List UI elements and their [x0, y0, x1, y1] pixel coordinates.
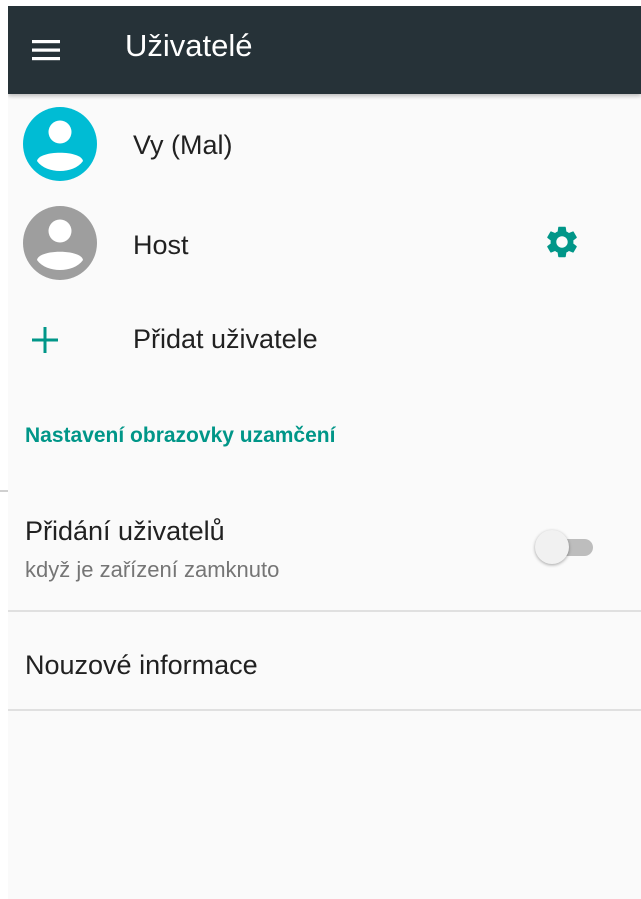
add-users-toggle[interactable]: [535, 529, 595, 565]
toggle-thumb: [535, 530, 569, 564]
pref-summary: když je zařízení zamknuto: [25, 557, 280, 582]
person-avatar-icon: [23, 206, 97, 280]
guest-settings-button[interactable]: [538, 218, 586, 266]
divider: [8, 709, 641, 711]
gear-icon: [547, 226, 577, 258]
lock-screen-section-header: Nastavení obrazovky uzamčení: [25, 424, 336, 447]
emergency-info-row[interactable]: Nouzové informace: [8, 612, 641, 710]
edge-artifact: [0, 490, 8, 492]
add-user-row[interactable]: Přidat uživatele: [8, 294, 641, 386]
user-label-owner: Vy (Mal): [133, 130, 233, 160]
hamburger-menu-icon: [32, 40, 60, 61]
user-row-guest[interactable]: Host: [8, 194, 641, 292]
emergency-info-label: Nouzové informace: [25, 650, 258, 680]
page-title: Uživatelé: [125, 28, 253, 63]
app-bar: Uživatelé: [8, 6, 641, 94]
pref-title: Přidání uživatelů: [25, 516, 225, 546]
plus-icon: [32, 327, 58, 353]
user-row-owner[interactable]: Vy (Mal): [8, 96, 641, 194]
person-avatar-icon: [23, 107, 97, 181]
menu-button[interactable]: [22, 26, 70, 74]
user-label-guest: Host: [133, 230, 189, 260]
add-user-label: Přidat uživatele: [133, 324, 318, 354]
users-screen: Uživatelé Vy (Mal) Host Přidat uživatele…: [8, 6, 641, 899]
